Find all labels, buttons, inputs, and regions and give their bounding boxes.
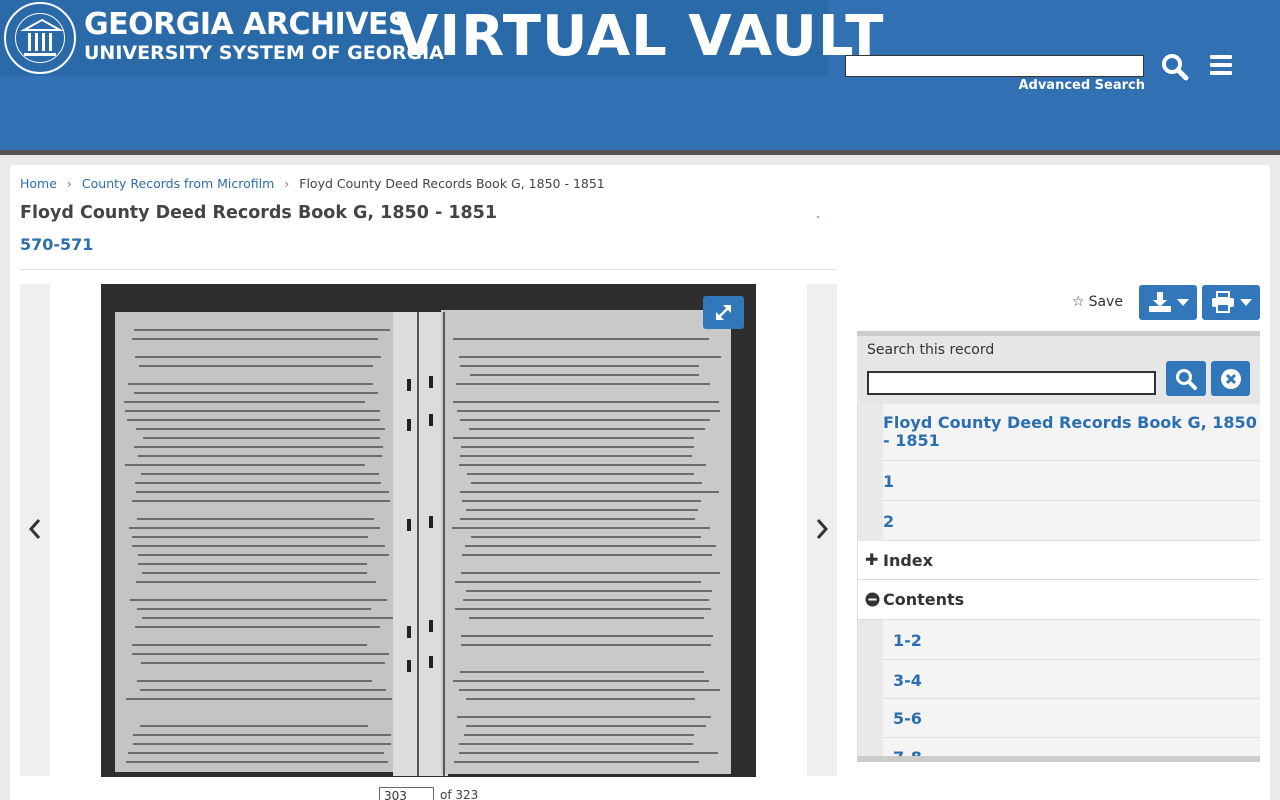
site-logo-link[interactable]: GEORGIA ARCHIVES UNIVERSITY SYSTEM OF GE…	[0, 0, 884, 76]
tree-item[interactable]: 1	[883, 461, 1260, 501]
tree-item-root[interactable]: Floyd County Deed Records Book G, 1850 -…	[883, 404, 1260, 461]
chevron-right-icon	[816, 519, 829, 539]
tree-item[interactable]: 2	[883, 501, 1260, 541]
page-number-input[interactable]	[379, 787, 434, 800]
document-page-right	[441, 310, 731, 774]
print-icon	[1212, 291, 1234, 313]
expand-icon	[716, 305, 731, 320]
previous-page-button[interactable]	[20, 284, 50, 776]
search-icon[interactable]	[1160, 52, 1190, 82]
document-binding	[393, 312, 448, 776]
tree-item[interactable]: 3-4	[883, 660, 1260, 699]
search-record-input[interactable]	[867, 371, 1156, 395]
breadcrumb: Home › County Records from Microfilm › F…	[20, 176, 605, 191]
tree-item[interactable]: 1-2	[883, 620, 1260, 660]
breadcrumb-current: Floyd County Deed Records Book G, 1850 -…	[299, 176, 605, 191]
header-divider	[0, 150, 1280, 155]
fullscreen-button[interactable]	[703, 296, 744, 329]
hamburger-menu-icon[interactable]	[1210, 55, 1234, 79]
breadcrumb-separator: ›	[66, 176, 72, 191]
search-icon	[1176, 369, 1197, 390]
tree-item[interactable]: 5-6	[883, 699, 1260, 738]
caret-down-icon	[1240, 299, 1252, 306]
clear-search-button[interactable]	[1211, 361, 1250, 396]
search-record-label: Search this record	[867, 342, 995, 358]
brand-subtitle: UNIVERSITY SYSTEM OF GEORGIA	[84, 42, 444, 64]
page-title: Floyd County Deed Records Book G, 1850 -…	[20, 203, 498, 223]
save-button[interactable]: ☆ Save	[1072, 294, 1123, 310]
tree-item-contents[interactable]: Contents	[858, 580, 1260, 620]
caret-down-icon	[1177, 299, 1189, 306]
breadcrumb-separator: ›	[284, 176, 290, 191]
page-total-label: of 323	[440, 788, 479, 800]
download-icon	[1149, 292, 1171, 312]
record-page-range: 570-571	[20, 235, 94, 254]
next-page-button[interactable]	[807, 284, 837, 776]
close-circle-icon	[1221, 369, 1241, 389]
save-button-label: Save	[1088, 294, 1123, 310]
minus-circle-icon	[865, 592, 880, 607]
download-button[interactable]	[1139, 285, 1197, 320]
document-page-left	[115, 312, 405, 772]
brand-virtual-vault: VIRTUAL VAULT	[395, 4, 885, 69]
site-search-input[interactable]	[845, 55, 1144, 77]
title-divider	[20, 269, 837, 270]
site-header: GEORGIA ARCHIVES UNIVERSITY SYSTEM OF GE…	[0, 0, 1280, 150]
breadcrumb-home-link[interactable]: Home	[20, 176, 57, 191]
print-button[interactable]	[1202, 285, 1260, 320]
tree-item-index[interactable]: ✚ Index	[858, 541, 1260, 580]
document-image-viewer[interactable]	[101, 284, 756, 777]
tree-item[interactable]: 7-8	[883, 738, 1260, 756]
plus-icon: ✚	[865, 550, 879, 569]
chevron-left-icon	[28, 519, 41, 539]
breadcrumb-parent-link[interactable]: County Records from Microfilm	[82, 176, 274, 191]
university-seal-logo	[4, 2, 76, 74]
brand-title: GEORGIA ARCHIVES	[84, 7, 410, 42]
search-record-button[interactable]	[1166, 361, 1206, 396]
star-icon: ☆	[1072, 294, 1085, 310]
decorative-dot	[817, 216, 819, 218]
advanced-search-link[interactable]: Advanced Search	[1000, 78, 1145, 93]
record-contents-tree: Floyd County Deed Records Book G, 1850 -…	[857, 404, 1260, 762]
